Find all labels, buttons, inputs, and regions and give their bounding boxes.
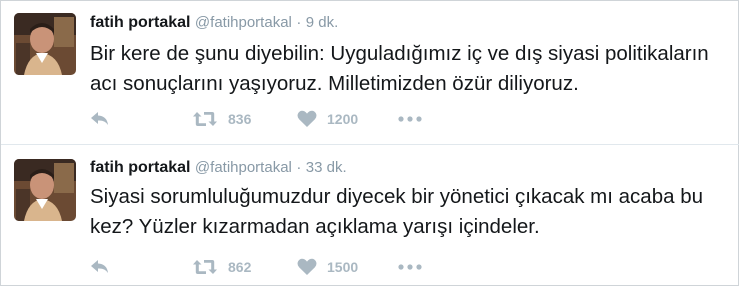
tweet-timestamp[interactable]: 33 dk. <box>306 159 347 176</box>
avatar[interactable] <box>14 13 76 75</box>
author-handle[interactable]: @fatihportakal <box>195 14 292 31</box>
author-name[interactable]: fatih portakal <box>90 14 190 31</box>
retweet-count: 862 <box>228 259 252 275</box>
tweet-actions: 836 1200 <box>90 107 490 131</box>
reply-icon <box>90 259 110 275</box>
like-count: 1200 <box>327 111 359 127</box>
avatar[interactable] <box>14 159 76 221</box>
more-icon <box>398 264 422 270</box>
like-button[interactable]: 1200 <box>297 107 358 131</box>
author-handle[interactable]: @fatihportakal <box>195 159 292 176</box>
reply-button[interactable] <box>90 107 110 131</box>
screenshot-frame: fatih portakal @fatihportakal · 9 dk. Bi… <box>0 0 739 286</box>
more-button[interactable] <box>398 255 422 279</box>
retweet-button[interactable]: 836 <box>192 107 251 131</box>
header-separator: · <box>296 159 302 176</box>
tweet-header: fatih portakal @fatihportakal · 9 dk. <box>90 13 338 33</box>
tweet-actions: 862 1500 <box>90 255 490 279</box>
like-button[interactable]: 1500 <box>297 255 358 279</box>
tweet-text: Bir kere de şunu diyebilin: Uyguladığımı… <box>90 42 709 95</box>
reply-button[interactable] <box>90 255 110 279</box>
retweet-icon <box>192 111 218 127</box>
author-name[interactable]: fatih portakal <box>90 159 190 176</box>
more-icon <box>398 116 422 122</box>
like-count: 1500 <box>327 259 359 275</box>
tweet-header: fatih portakal @fatihportakal · 33 dk. <box>90 158 347 178</box>
retweet-button[interactable]: 862 <box>192 255 251 279</box>
retweet-icon <box>192 259 218 275</box>
tweet-timestamp[interactable]: 9 dk. <box>306 14 339 31</box>
heart-icon <box>297 110 317 128</box>
tweet[interactable]: fatih portakal @fatihportakal · 9 dk. Bi… <box>1 1 739 144</box>
reply-icon <box>90 111 110 127</box>
tweet[interactable]: fatih portakal @fatihportakal · 33 dk. S… <box>1 144 739 286</box>
retweet-count: 836 <box>228 111 252 127</box>
more-button[interactable] <box>398 107 422 131</box>
tweet-text: Siyasi sorumluluğumuzdur diyecek bir yön… <box>90 185 703 238</box>
header-separator: · <box>296 14 302 31</box>
heart-icon <box>297 258 317 276</box>
